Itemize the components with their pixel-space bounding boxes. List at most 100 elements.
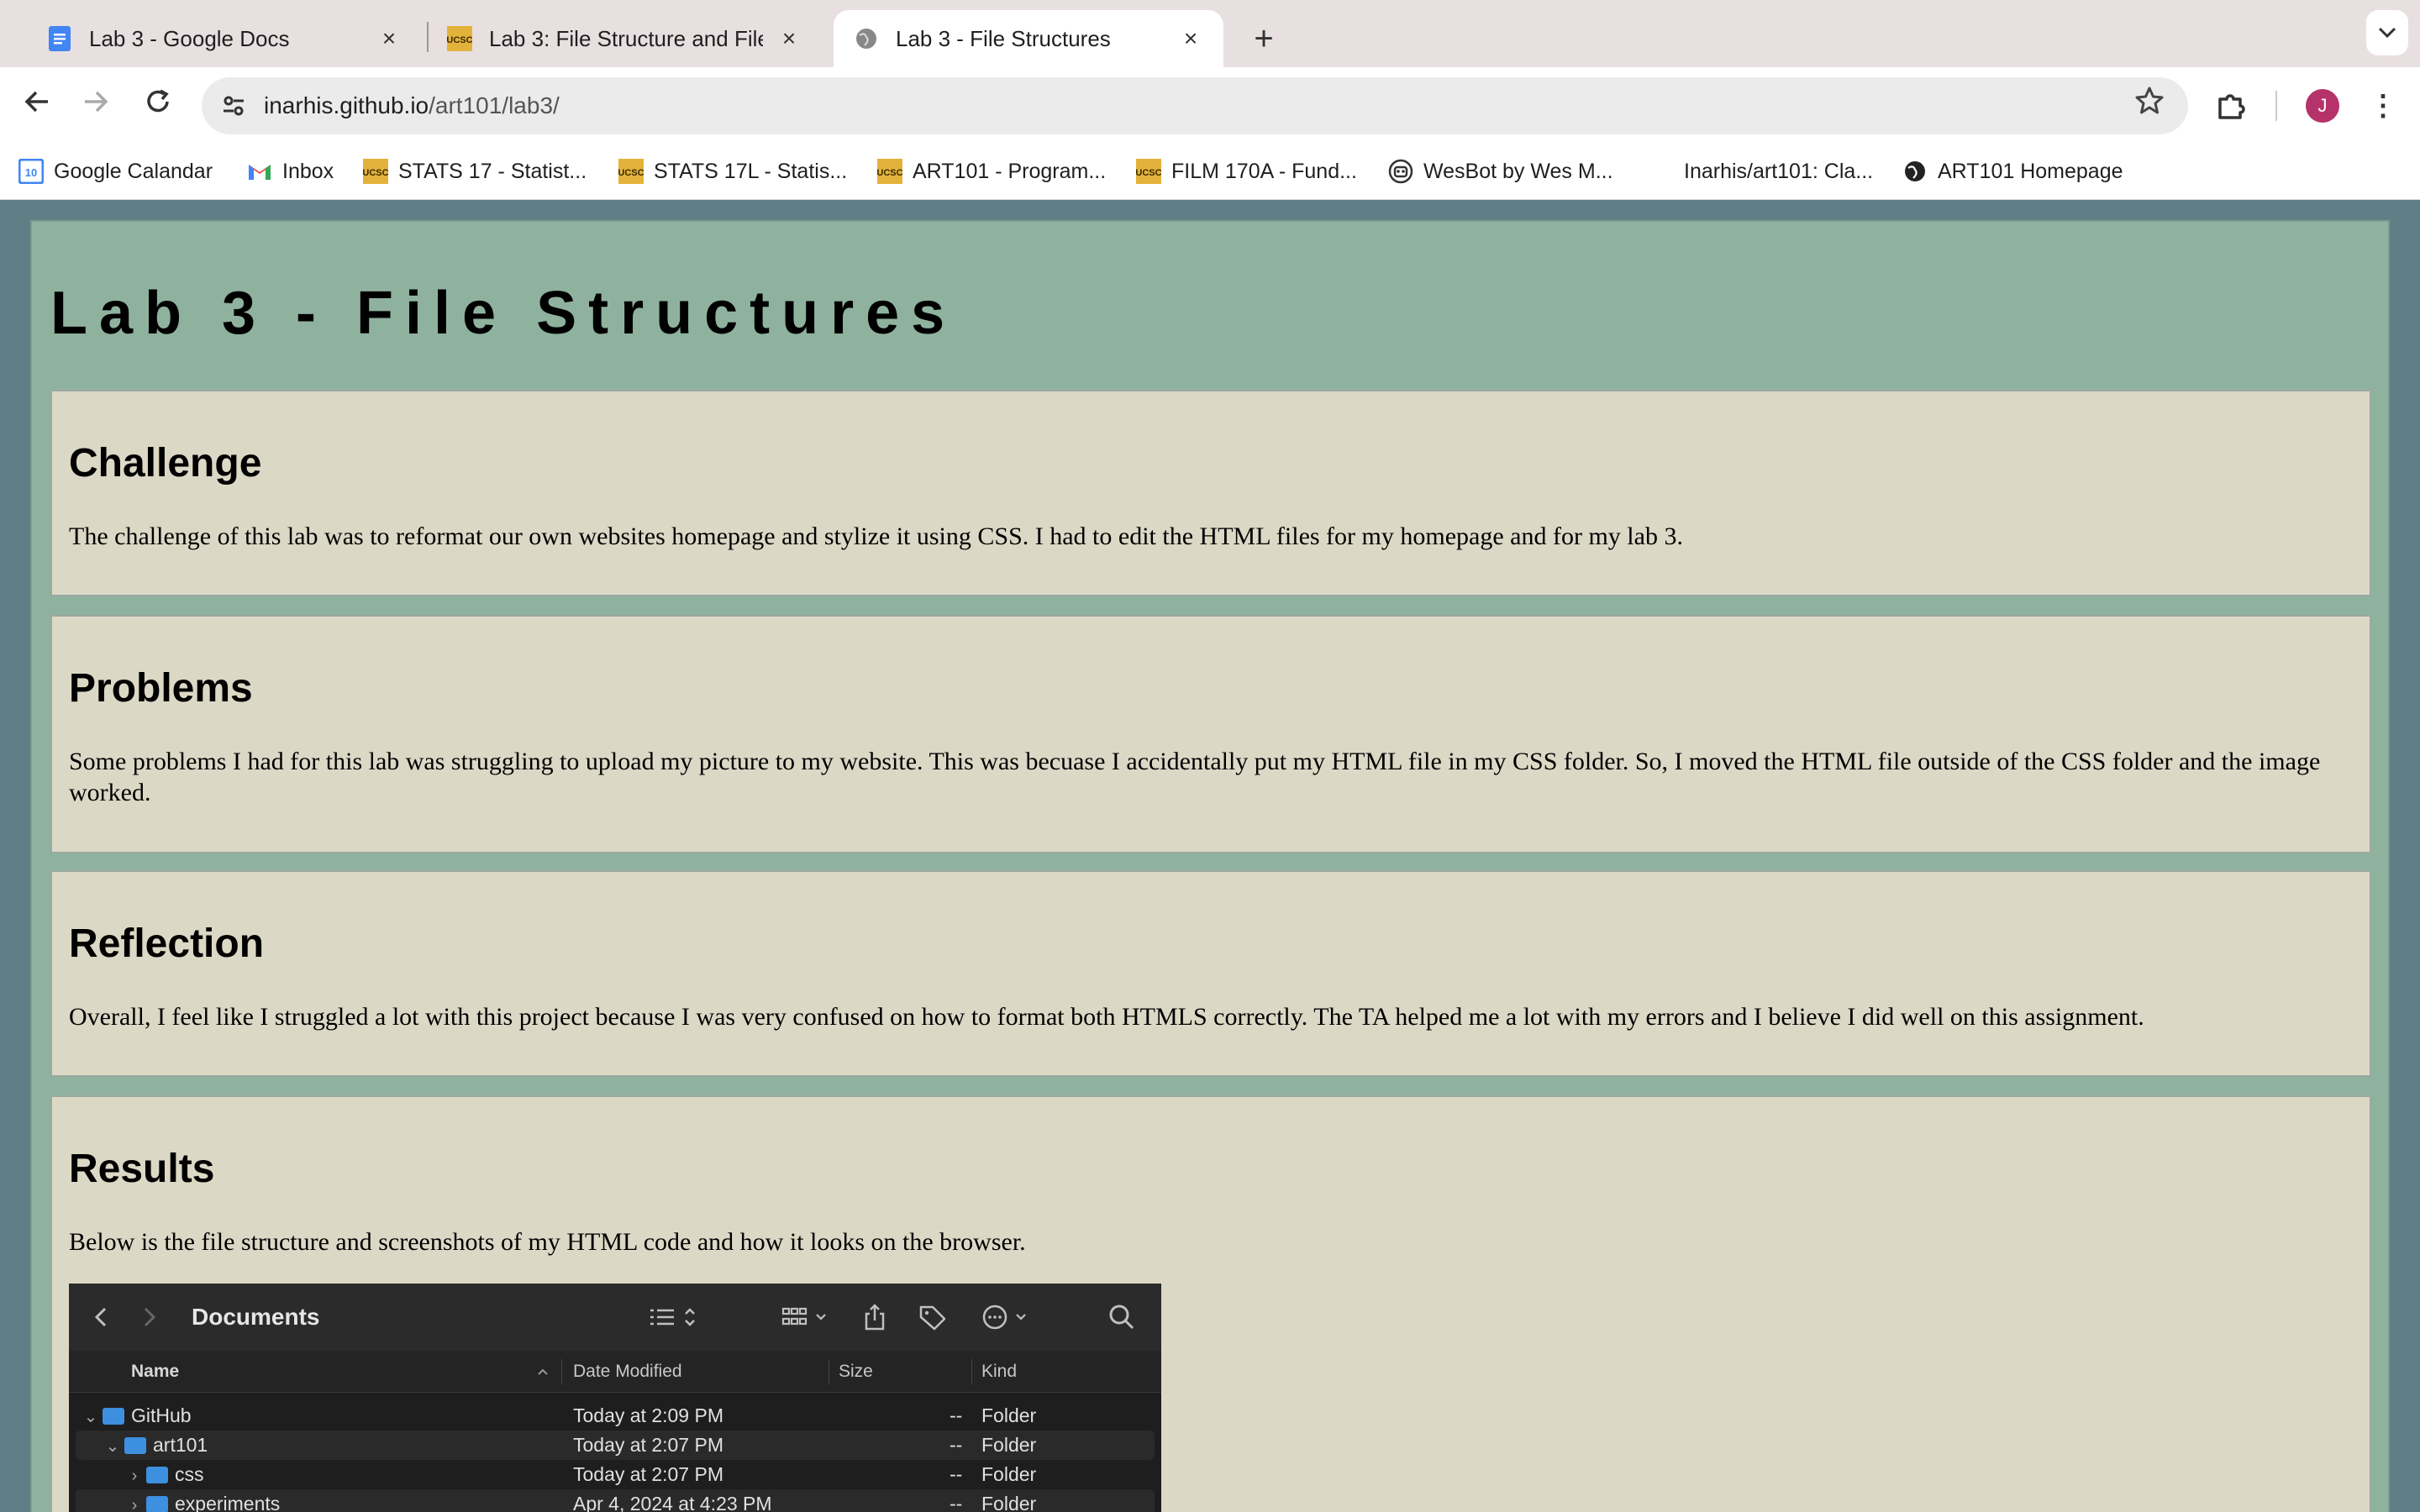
globe-icon [1902,159,1928,184]
section-body: Some problems I had for this lab was str… [69,748,2321,806]
tab-lab3-canvas[interactable]: UCSC Lab 3: File Structure and File × [427,10,822,67]
tab-strip: Lab 3 - Google Docs × UCSC Lab 3: File S… [0,0,2420,67]
bookmark-wesbot[interactable]: WesBot by Wes M... [1388,153,1613,190]
section-problems: Problems Some problems I had for this la… [50,615,2371,853]
ucsc-icon: UCSC [618,159,644,184]
section-heading: Problems [69,666,253,711]
gmail-icon [247,159,272,184]
globe-icon [854,26,879,51]
bookmark-stats17[interactable]: UCSC STATS 17 - Statist... [363,153,587,190]
file-kind: Folder [981,1404,1037,1426]
chevron-right-icon: › [131,1496,138,1512]
finder-title: Documents [192,1304,320,1330]
bookmark-label: ART101 - Program... [913,159,1107,183]
address-bar[interactable]: inarhis.github.io/art101/lab3/ [202,77,2188,134]
bookmark-github-repo[interactable]: Inarhis/art101: Cla... [1649,153,1873,190]
profile-avatar[interactable]: J [2306,89,2339,123]
file-date: Today at 2:07 PM [573,1434,723,1456]
site-info-icon[interactable] [215,87,252,124]
folder-icon [146,1467,168,1483]
bookmark-google-calendar[interactable]: 10 Google Calandar [18,153,213,190]
finder-row: › experiments Apr 4, 2024 at 4:23 PM -- F… [76,1489,1155,1512]
finder-column-headers: Name Date Modified Size Kind [69,1351,1161,1393]
svg-text:10: 10 [25,166,37,179]
back-arrow-icon[interactable] [17,86,57,126]
file-date: Today at 2:07 PM [573,1463,723,1485]
folder-icon [103,1408,124,1425]
group-icon [781,1300,840,1334]
bookmark-star-icon[interactable] [2129,86,2170,126]
tab-lab3-file-structures[interactable]: Lab 3 - File Structures × [834,10,1223,67]
bookmark-art101-homepage[interactable]: ART101 Homepage [1902,153,2123,190]
file-kind: Folder [981,1463,1037,1485]
folder-icon [146,1496,168,1512]
svg-text:UCSC: UCSC [877,168,902,178]
file-kind: Folder [981,1493,1037,1512]
close-tab-icon[interactable]: × [776,25,802,52]
ucsc-icon: UCSC [363,159,388,184]
close-tab-icon[interactable]: × [1178,25,1203,52]
finder-search-icon [1107,1300,1136,1334]
robot-icon [1388,159,1413,184]
url-path: /art101/lab3/ [429,92,560,118]
finder-forward-icon [141,1300,158,1334]
file-size: -- [950,1434,963,1456]
finder-row: ⌄ GitHub Today at 2:09 PM -- Folder [76,1401,1155,1431]
google-docs-icon [47,26,72,51]
bookmark-art101[interactable]: UCSC ART101 - Program... [877,153,1106,190]
share-icon [862,1300,887,1334]
chevron-down-icon: ⌄ [83,1408,98,1426]
file-name: experiments [175,1493,281,1512]
bookmark-film170a[interactable]: UCSC FILM 170A - Fund... [1136,153,1357,190]
folder-icon [124,1437,146,1454]
svg-text:UCSC: UCSC [363,168,388,178]
file-kind: Folder [981,1434,1037,1456]
file-size: -- [950,1493,963,1512]
column-size: Size [839,1362,873,1381]
url-text[interactable]: inarhis.github.io/art101/lab3/ [264,77,560,134]
tab-search-chevron-icon[interactable] [2366,10,2408,55]
column-divider [561,1359,562,1384]
forward-arrow-icon[interactable] [76,86,116,126]
ucsc-icon: UCSC [877,159,902,184]
github-icon [1649,159,1674,184]
column-kind: Kind [981,1362,1018,1381]
file-name: GitHub [131,1404,192,1426]
tab-google-docs[interactable]: Lab 3 - Google Docs × [27,10,422,67]
new-tab-button[interactable]: + [1240,15,1287,62]
section-heading: Challenge [69,441,262,486]
bookmark-stats17l[interactable]: UCSC STATS 17L - Statis... [618,153,847,190]
bookmark-label: Inbox [282,159,334,183]
column-name: Name [131,1362,180,1381]
bookmark-label: Google Calandar [54,159,213,183]
ucsc-icon: UCSC [447,26,472,51]
section-challenge: Challenge The challenge of this lab was … [50,390,2371,596]
file-name: css [175,1463,204,1485]
bookmark-label: FILM 170A - Fund... [1171,159,1357,183]
chevron-right-icon: › [131,1467,138,1485]
close-tab-icon[interactable]: × [376,25,402,52]
reload-icon[interactable] [138,86,178,126]
chevron-down-icon: ⌄ [105,1437,120,1456]
file-size: -- [950,1404,963,1426]
file-date: Apr 4, 2024 at 4:23 PM [573,1493,772,1512]
finder-screenshot: Documents Name Date Modified Size Kind ⌄… [69,1284,1161,1512]
finder-row: ⌄ art101 Today at 2:07 PM -- Folder [76,1431,1155,1460]
sort-ascending-icon [536,1351,550,1393]
section-body: Below is the file structure and screensh… [69,1228,1026,1256]
bookmarks-bar: 10 Google Calandar Inbox UCSC STATS 17 -… [0,144,2420,200]
column-divider [971,1359,972,1384]
section-body: The challenge of this lab was to reforma… [69,522,1683,550]
browser-toolbar: inarhis.github.io/art101/lab3/ J ⋮ [0,67,2420,144]
bookmark-inbox[interactable]: Inbox [247,153,334,190]
svg-text:UCSC: UCSC [1136,168,1161,178]
section-heading: Results [69,1147,215,1191]
bookmark-label: STATS 17 - Statist... [398,159,587,183]
extensions-puzzle-icon[interactable] [2212,86,2252,126]
section-body: Overall, I feel like I struggled a lot w… [69,1003,2144,1031]
bookmark-label: Inarhis/art101: Cla... [1684,159,1874,183]
page-title: Lab 3 - File Structures [50,280,957,347]
more-actions-icon [981,1300,1037,1334]
more-menu-icon[interactable]: ⋮ [2366,86,2400,126]
section-heading: Reflection [69,921,265,966]
